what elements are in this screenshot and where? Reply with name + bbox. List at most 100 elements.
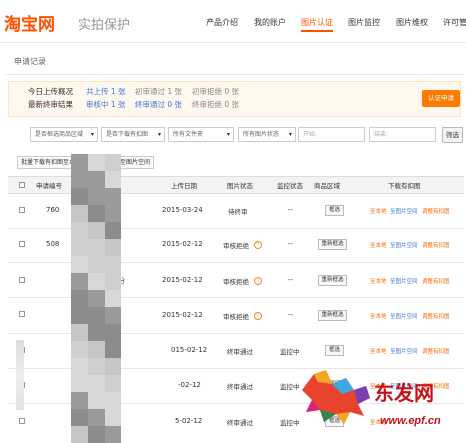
watermark-url: www.epf.cn xyxy=(380,415,441,427)
nav-product-intro[interactable]: 产品介绍 xyxy=(206,17,238,28)
row-date: 015-02-12 xyxy=(171,346,208,354)
mosaic-block xyxy=(88,273,105,290)
row-region-button[interactable]: 框选 xyxy=(325,345,344,356)
pixelated-blur-overlay xyxy=(16,340,24,410)
start-date-input[interactable]: 开始: xyxy=(298,127,365,142)
row-monitor: -- xyxy=(288,276,294,284)
today-label: 今日上传概况 xyxy=(28,87,73,96)
row-monitor: -- xyxy=(288,206,294,214)
nav-image-monitor[interactable]: 图片监控 xyxy=(348,17,380,28)
mosaic-block xyxy=(88,256,105,273)
filter-button[interactable]: 筛选 xyxy=(442,127,463,143)
row-link-space[interactable]: 至图片空间 xyxy=(390,347,418,355)
row-checkbox[interactable] xyxy=(19,418,25,424)
select-all-checkbox[interactable] xyxy=(19,182,25,188)
row-region-button[interactable]: 重新框选 xyxy=(318,310,347,321)
mosaic-block xyxy=(88,290,105,307)
row-date: 2015-03-24 xyxy=(162,206,203,214)
mosaic-block xyxy=(71,273,88,290)
row-checkbox[interactable] xyxy=(19,311,25,317)
help-icon[interactable]: ! xyxy=(254,277,262,285)
mosaic-block xyxy=(71,256,88,273)
mosaic-block xyxy=(105,290,121,307)
folder-select[interactable]: 所有文件夹 ▾ xyxy=(168,127,234,142)
chevron-down-icon: ▾ xyxy=(288,131,292,138)
status-select[interactable]: 所有图片状态 ▾ xyxy=(238,127,296,142)
nav-image-rights[interactable]: 图片维权 xyxy=(396,17,428,28)
row-date: 2015-02-12 xyxy=(162,276,203,284)
nav-license-manage[interactable]: 许可管 xyxy=(443,17,466,28)
mosaic-block xyxy=(71,307,88,324)
taobao-logo[interactable]: 淘宝网 xyxy=(4,10,55,35)
region-select-value: 是否框选商品区域 xyxy=(35,131,84,138)
row-link-local[interactable]: 至本地 xyxy=(370,347,387,355)
row-region-button[interactable]: 重新框选 xyxy=(318,275,347,286)
row-status: 终审通过 xyxy=(227,419,253,427)
row-date: 2015-02-12 xyxy=(162,240,203,248)
row-link-space[interactable]: 至图片空间 xyxy=(390,312,418,320)
row-checkbox[interactable] xyxy=(19,277,25,283)
row-link-adjust[interactable]: 调整有扣图 xyxy=(422,347,450,355)
mosaic-block xyxy=(71,290,88,307)
help-icon[interactable]: ! xyxy=(254,241,262,249)
col-product-region: 商品区域 xyxy=(314,182,340,190)
row-checkbox[interactable] xyxy=(19,241,25,247)
row-link-local[interactable]: 至本地 xyxy=(370,277,387,285)
mosaic-block xyxy=(88,375,105,392)
mosaic-block xyxy=(88,239,105,256)
mosaic-block xyxy=(88,205,105,222)
header: 淘宝网 实拍保护 产品介绍 我的账户 图片认证 图片监控 图片维权 许可管 xyxy=(0,0,466,43)
mosaic-block xyxy=(105,273,121,290)
mosaic-block xyxy=(105,154,121,171)
col-monitor-status: 监控状态 xyxy=(277,182,303,190)
mosaic-block xyxy=(71,188,88,205)
final-review[interactable]: 审核中 1 张 xyxy=(86,99,126,110)
final-pass[interactable]: 终审通过 0 张 xyxy=(135,99,182,110)
mosaic-block xyxy=(105,307,121,324)
apply-certification-button[interactable]: 认证申请 xyxy=(422,90,460,107)
row-link-local[interactable]: 至本地 xyxy=(370,312,387,320)
mosaic-block xyxy=(88,307,105,324)
row-checkbox[interactable] xyxy=(19,207,25,213)
row-link-local[interactable]: 至本地 xyxy=(370,207,387,215)
final-label: 最新终审结果 xyxy=(28,100,73,109)
row-link-adjust[interactable]: 调整有扣图 xyxy=(422,241,450,249)
mosaic-block xyxy=(105,341,121,358)
row-link-adjust[interactable]: 调整有扣图 xyxy=(422,207,450,215)
row-link-space[interactable]: 至图片空间 xyxy=(390,207,418,215)
nav-my-account[interactable]: 我的账户 xyxy=(254,17,286,28)
today-reject: 初审拒绝 0 张 xyxy=(192,87,240,96)
row-status: 审核拒绝 xyxy=(223,278,249,286)
download-select[interactable]: 是否下载有扣图 ▾ xyxy=(101,127,165,142)
row-apply-no[interactable]: 508 xyxy=(46,240,59,248)
row-link-adjust[interactable]: 调整有扣图 xyxy=(422,312,450,320)
status-select-value: 所有图片状态 xyxy=(243,131,280,138)
today-pass: 初审通过 1 张 xyxy=(135,87,183,96)
region-select[interactable]: 是否框选商品区域 ▾ xyxy=(30,127,98,142)
mosaic-block xyxy=(88,392,105,409)
pixelated-blur-overlay xyxy=(71,154,121,443)
row-link-space[interactable]: 至图片空间 xyxy=(390,277,418,285)
end-date-input[interactable]: 结束: xyxy=(369,127,436,142)
row-link-adjust[interactable]: 调整有扣图 xyxy=(422,277,450,285)
row-region-button[interactable]: 框选 xyxy=(325,205,344,216)
help-icon[interactable]: ! xyxy=(254,312,262,320)
mosaic-block xyxy=(105,375,121,392)
mosaic-block xyxy=(105,392,121,409)
today-total[interactable]: 共上传 1 张 xyxy=(86,86,126,97)
nav-image-certification[interactable]: 图片认证 xyxy=(301,17,333,32)
mosaic-block xyxy=(105,205,121,222)
chevron-down-icon: ▾ xyxy=(90,131,94,138)
row-link-local[interactable]: 至本地 xyxy=(370,241,387,249)
mosaic-block xyxy=(88,154,105,171)
row-monitor: -- xyxy=(288,311,294,319)
row-link-space[interactable]: 至图片空间 xyxy=(390,241,418,249)
row-region-button[interactable]: 重新框选 xyxy=(318,239,347,250)
row-monitor: 监控中 xyxy=(280,348,300,356)
col-image-status: 图片状态 xyxy=(227,182,253,190)
logo-subtitle: 实拍保护 xyxy=(78,18,131,33)
mosaic-block xyxy=(71,222,88,239)
row-apply-no[interactable]: 760 xyxy=(46,206,59,214)
watermark-bull-icon xyxy=(302,370,370,424)
chevron-down-icon: ▾ xyxy=(157,131,161,138)
